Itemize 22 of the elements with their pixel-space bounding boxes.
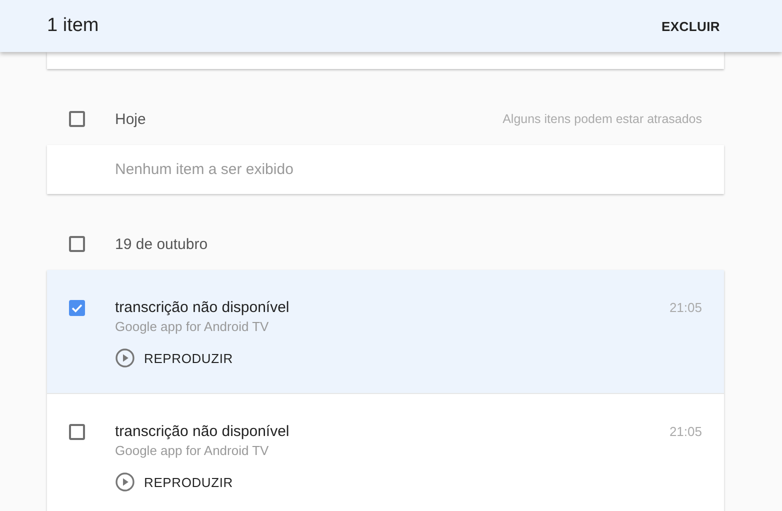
empty-message: Nenhum item a ser exibido [115,161,294,178]
history-item[interactable]: transcrição não disponível Google app for Android TV REPRODUZIR 21:05 [47,270,724,393]
checked-checkbox[interactable] [69,300,85,316]
checkbox[interactable] [69,424,85,440]
checkbox[interactable] [69,111,85,127]
item-time: 21:05 [669,299,702,317]
section-title: 19 de outubro [115,236,209,252]
section-note: Alguns itens podem estar atrasados [502,112,702,126]
delete-button[interactable]: EXCLUIR [662,14,720,38]
play-icon [115,348,135,368]
item-time: 21:05 [669,423,702,441]
item-source: Google app for Android TV [115,318,270,336]
checkbox[interactable] [69,236,85,252]
item-title: transcrição não disponível [115,298,290,318]
item-title: transcrição não disponível [115,422,290,442]
play-icon [115,472,135,492]
history-item[interactable]: transcrição não disponível Google app for Android TV REPRODUZIR 21:05 [47,393,724,511]
item-source: Google app for Android TV [115,442,270,460]
play-button[interactable]: REPRODUZIR [115,346,233,370]
selection-count: 1 item [47,15,99,37]
play-button[interactable]: REPRODUZIR [115,470,233,494]
section-title: Hoje [115,110,147,128]
